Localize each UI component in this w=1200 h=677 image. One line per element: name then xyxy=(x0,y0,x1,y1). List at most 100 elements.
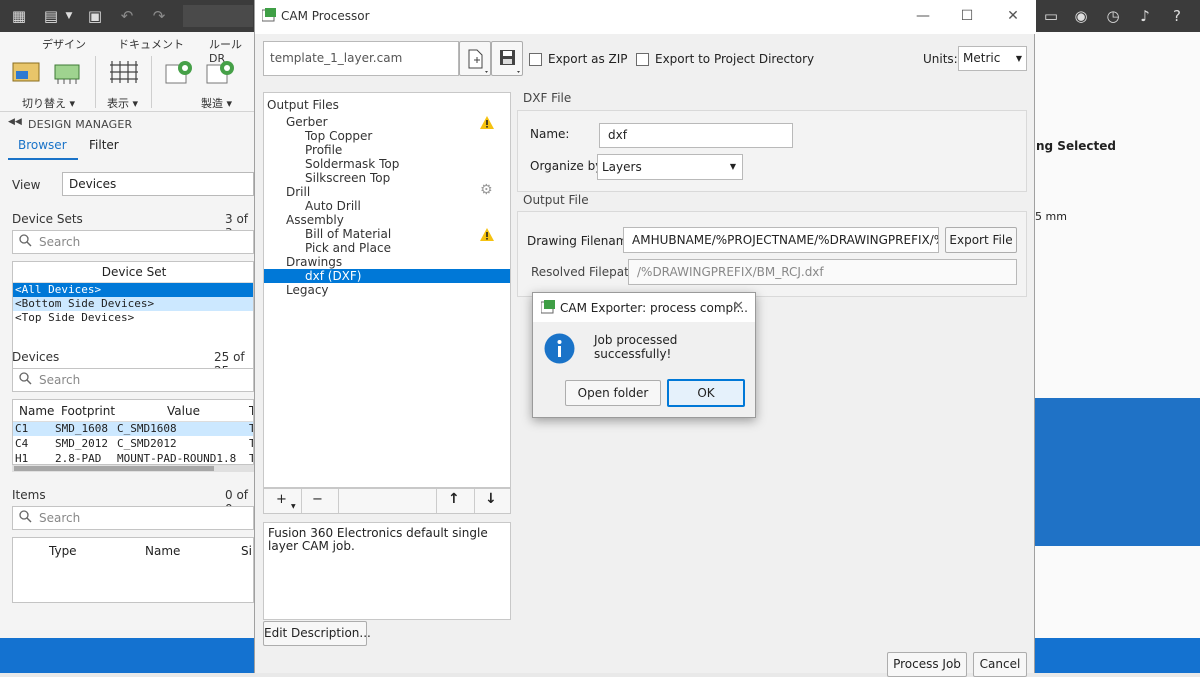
bell-icon[interactable]: ♪ xyxy=(1136,7,1154,25)
scrollbar-thumb[interactable] xyxy=(14,466,214,471)
table-row[interactable]: C4 SMD_2012 C_SMD2012 T xyxy=(13,437,253,451)
tree-item-soldermask-top[interactable]: Soldermask Top xyxy=(305,157,399,171)
tree-item-silkscreen-top[interactable]: Silkscreen Top xyxy=(305,171,390,185)
switch-icon[interactable] xyxy=(11,59,41,85)
edit-description-button[interactable]: Edit Description... xyxy=(263,621,371,646)
info-icon xyxy=(544,333,575,364)
file-icon[interactable]: ▤ xyxy=(42,7,60,25)
manufacturing-icon[interactable] xyxy=(205,59,235,85)
tree-item-gerber[interactable]: Gerber xyxy=(286,115,328,129)
name-input[interactable]: dxf xyxy=(599,123,793,148)
items-search[interactable]: Search xyxy=(12,506,254,530)
tree-item-legacy[interactable]: Legacy xyxy=(286,283,329,297)
tree-item-drawings[interactable]: Drawings xyxy=(286,255,342,269)
board-icon[interactable] xyxy=(52,59,82,85)
tree-item-assembly[interactable]: Assembly xyxy=(286,213,344,227)
tree-item-drill[interactable]: Drill xyxy=(286,185,310,199)
new-file-button[interactable] xyxy=(459,41,491,76)
column-header[interactable]: Si xyxy=(241,544,252,558)
organize-by-select[interactable]: Layers ▼ xyxy=(597,154,743,180)
view-button-label[interactable]: 表示 ▾ xyxy=(107,95,138,111)
ribbon-divider xyxy=(95,56,96,108)
save-file-button[interactable] xyxy=(491,41,523,76)
maximize-icon[interactable]: ☐ xyxy=(957,8,977,24)
manufacturing-button-label[interactable]: 製造 ▾ xyxy=(201,95,232,111)
chat-icon[interactable]: ▭ xyxy=(1042,7,1060,25)
view-select[interactable]: Devices xyxy=(62,172,254,196)
tree-item-bill-of-material[interactable]: Bill of Material xyxy=(305,227,391,241)
tree-item-pick-and-place[interactable]: Pick and Place xyxy=(305,241,391,255)
switch-button-label[interactable]: 切り替え ▾ xyxy=(22,95,75,111)
drawing-filename-input[interactable]: AMHUBNAME/%PROJECTNAME/%DRAWINGPREFIX/%N… xyxy=(623,227,939,253)
move-down-button[interactable]: ↓ xyxy=(485,491,497,507)
tree-item-dxf[interactable]: dxf (DXF) xyxy=(305,269,361,283)
design-manager-title: DESIGN MANAGER xyxy=(28,118,133,131)
cell-value: C_SMD2012 xyxy=(117,437,177,450)
warning-icon xyxy=(480,116,494,129)
move-up-button[interactable]: ↑ xyxy=(448,491,460,507)
table-row[interactable]: H1 2.8-PAD MOUNT-PAD-ROUND1.8 T xyxy=(13,452,253,465)
column-header[interactable]: Name xyxy=(19,404,54,418)
description-box[interactable]: Fusion 360 Electronics default single la… xyxy=(263,522,511,620)
minimize-icon[interactable]: — xyxy=(913,8,933,24)
column-header[interactable]: Value xyxy=(167,404,200,418)
export-file-button[interactable]: Export File xyxy=(945,227,1017,253)
ok-button[interactable]: OK xyxy=(667,379,745,407)
tab-filter[interactable]: Filter xyxy=(89,138,119,152)
column-header[interactable]: Name xyxy=(145,544,180,558)
remove-output-button[interactable]: − xyxy=(312,492,323,507)
template-file-field[interactable]: template_1_layer.cam xyxy=(263,41,459,76)
ribbon-tab-document[interactable]: ドキュメント xyxy=(118,36,184,52)
export-project-checkbox[interactable] xyxy=(636,53,649,66)
tree-item-auto-drill[interactable]: Auto Drill xyxy=(305,199,361,213)
warning-icon xyxy=(480,228,494,241)
device-sets-search[interactable]: Search xyxy=(12,230,254,254)
document-tab[interactable] xyxy=(183,5,253,27)
help-icon[interactable]: ? xyxy=(1168,7,1186,25)
cell-name: H1 xyxy=(15,452,29,465)
cancel-button[interactable]: Cancel xyxy=(973,652,1027,677)
tree-item-top-copper[interactable]: Top Copper xyxy=(305,129,372,143)
device-set-column-header[interactable]: Device Set xyxy=(13,265,253,283)
resolved-filepath-field: /%DRAWINGPREFIX/BM_RCJ.dxf xyxy=(628,259,1017,285)
devices-search[interactable]: Search xyxy=(12,368,254,392)
process-job-button[interactable]: Process Job xyxy=(887,652,967,677)
ribbon-tab-design[interactable]: デザイン xyxy=(42,36,86,52)
tree-item-profile[interactable]: Profile xyxy=(305,143,342,157)
redo-icon[interactable]: ↷ xyxy=(150,7,168,25)
search-icon xyxy=(19,510,32,523)
collapse-icon[interactable]: ◀◀ xyxy=(8,117,22,127)
export-zip-checkbox[interactable] xyxy=(529,53,542,66)
close-icon[interactable]: ✕ xyxy=(1003,8,1023,24)
taskbar xyxy=(1035,638,1200,673)
cam-exporter-dialog: CAM Exporter: process compl... ✕ Job pro… xyxy=(532,292,756,418)
chevron-down-icon: ▼ xyxy=(1015,54,1022,63)
job-status-icon[interactable]: ◉ xyxy=(1072,7,1090,25)
chevron-down-icon: ▼ xyxy=(291,503,296,510)
device-set-row[interactable]: <Bottom Side Devices> xyxy=(13,297,253,311)
column-header[interactable]: Type xyxy=(49,544,77,558)
output-section-title: Output File xyxy=(523,193,589,207)
grid-icon[interactable] xyxy=(108,59,138,85)
device-set-row[interactable]: <All Devices> xyxy=(13,283,253,297)
undo-icon[interactable]: ↶ xyxy=(118,7,136,25)
device-set-row[interactable]: <Top Side Devices> xyxy=(13,311,253,325)
tree-root[interactable]: Output Files xyxy=(267,98,339,112)
chevron-down-icon: ▼ xyxy=(729,162,736,171)
tab-browser[interactable]: Browser xyxy=(18,138,67,152)
cam-view-icon[interactable] xyxy=(164,59,194,85)
horizontal-scrollbar[interactable] xyxy=(12,465,254,472)
ribbon: デザイン ドキュメント ルール DR 切り替え ▾ 表示 ▾ 製造 ▾ xyxy=(0,32,254,112)
open-folder-button[interactable]: Open folder xyxy=(565,380,661,406)
apps-grid-icon[interactable]: ▦ xyxy=(10,7,28,25)
units-select[interactable]: Metric ▼ xyxy=(958,46,1027,71)
table-row[interactable]: C1 SMD_1608 C_SMD1608 T xyxy=(13,422,253,436)
clock-icon[interactable]: ◷ xyxy=(1104,7,1122,25)
column-header[interactable]: Footprint xyxy=(61,404,115,418)
close-icon[interactable]: ✕ xyxy=(733,299,744,314)
save-icon[interactable]: ▣ xyxy=(86,7,104,25)
toolbar-divider xyxy=(436,489,437,513)
add-output-button[interactable]: + xyxy=(276,492,287,507)
file-menu-chevron-icon[interactable]: ▼ xyxy=(60,7,78,25)
units-label: Units: xyxy=(923,52,958,66)
